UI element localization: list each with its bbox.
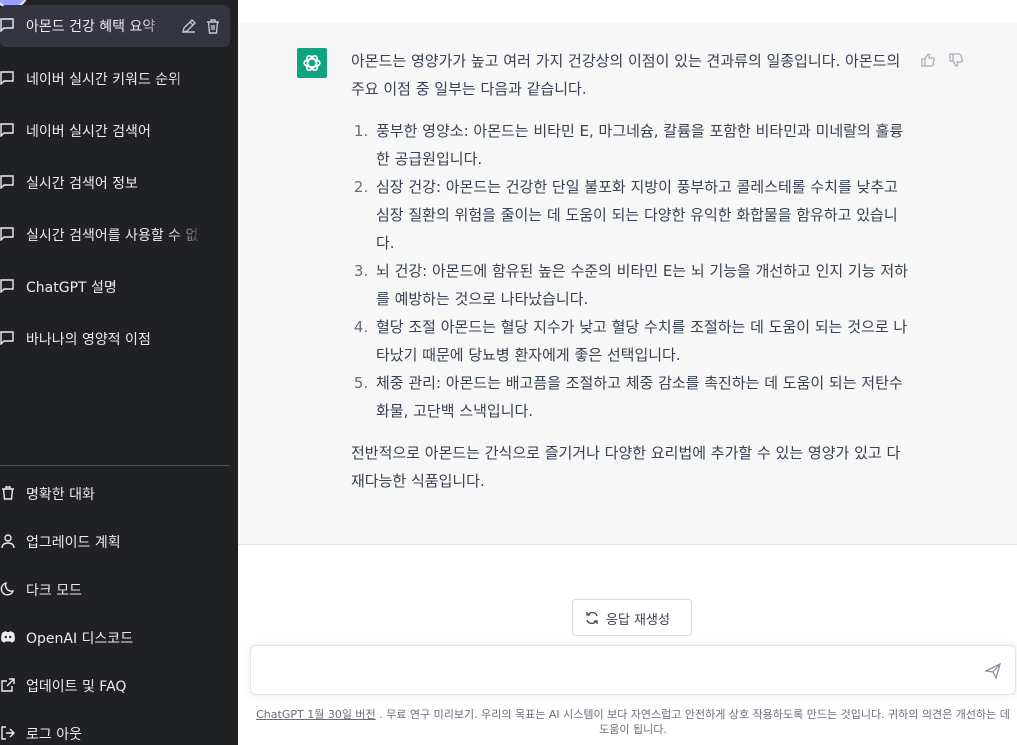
- trash-icon: [0, 485, 16, 501]
- menu-label: 명확한 대화: [26, 487, 95, 503]
- logout-icon: [0, 725, 16, 741]
- chat-bubble-icon: [0, 175, 14, 189]
- message-input[interactable]: [263, 658, 967, 686]
- dark-mode-button[interactable]: 다크 모드: [0, 569, 230, 609]
- sidebar-item-conversation[interactable]: ChatGPT 설명: [0, 266, 230, 308]
- footer-disclaimer: ChatGPT 1월 30일 버전 . 무료 연구 미리보기. 우리의 목표는 …: [250, 707, 1016, 737]
- main-panel: 아몬드는 영양가가 높고 여러 가지 건강상의 이점이 있는 견과류의 일종입니…: [238, 0, 1017, 745]
- benefits-list: 풍부한 영양소: 아몬드는 비타민 E, 마그네슘, 칼륨을 포함한 비타민과 …: [351, 117, 911, 425]
- external-link-icon: [0, 677, 16, 693]
- chat-bubble-icon: [0, 18, 14, 32]
- sidebar-item-conversation[interactable]: 바나나의 영양적 이점: [0, 318, 230, 360]
- sidebar-divider: [0, 465, 230, 466]
- regenerate-response-button[interactable]: 응답 재생성: [572, 599, 692, 636]
- chatgpt-logo-icon: [297, 48, 327, 78]
- disclaimer-text: . 무료 연구 미리보기. 우리의 목표는 AI 시스템이 보다 자연스럽고 안…: [379, 708, 1010, 736]
- sidebar-item-conversation[interactable]: 아몬드 건강 혜택 요약: [0, 5, 230, 47]
- list-item: 뇌 건강: 아몬드에 함유된 높은 수준의 비타민 E는 뇌 기능을 개선하고 …: [373, 257, 911, 313]
- menu-label: 업그레이드 계획: [26, 535, 121, 551]
- list-item: 풍부한 영양소: 아몬드는 비타민 E, 마그네슘, 칼륨을 포함한 비타민과 …: [373, 117, 911, 173]
- regenerate-label: 응답 재생성: [606, 613, 670, 628]
- list-item: 체중 관리: 아몬드는 배고픔을 조절하고 체중 감소를 촉진하는 데 도움이 …: [373, 369, 911, 425]
- clear-conversations-button[interactable]: 명확한 대화: [0, 473, 230, 513]
- conversation-label: 실시간 검색어를 사용할 수 없: [26, 228, 199, 244]
- chat-bubble-icon: [0, 123, 14, 137]
- edit-icon[interactable]: [180, 17, 198, 35]
- sidebar: 아몬드 건강 혜택 요약 네이버 실시간 키워드 순위 네이버 실시간 검색어 …: [0, 0, 238, 745]
- version-link[interactable]: ChatGPT 1월 30일 버전: [256, 708, 376, 721]
- trash-icon[interactable]: [204, 17, 222, 35]
- chat-bubble-icon: [0, 71, 14, 85]
- user-icon: [0, 533, 16, 549]
- conversation-label: ChatGPT 설명: [26, 280, 117, 296]
- sidebar-item-conversation[interactable]: 실시간 검색어를 사용할 수 없: [0, 214, 230, 256]
- menu-label: OpenAI 디스코드: [26, 631, 134, 647]
- sidebar-item-conversation[interactable]: 네이버 실시간 검색어: [0, 110, 230, 152]
- updates-faq-link[interactable]: 업데이트 및 FAQ: [0, 665, 230, 705]
- previous-message-row: [238, 0, 1017, 24]
- conversation-label: 실시간 검색어 정보: [26, 176, 138, 192]
- refresh-icon: [585, 611, 599, 625]
- assistant-message: 아몬드는 영양가가 높고 여러 가지 건강상의 이점이 있는 견과류의 일종입니…: [238, 23, 1017, 545]
- answer-text: 아몬드는 영양가가 높고 여러 가지 건강상의 이점이 있는 견과류의 일종입니…: [351, 47, 911, 495]
- chat-bubble-icon: [0, 279, 14, 293]
- menu-label: 다크 모드: [26, 583, 82, 599]
- discord-icon: [0, 629, 16, 645]
- send-icon[interactable]: [985, 663, 1001, 679]
- thumbs-down-icon[interactable]: [948, 52, 964, 68]
- chat-bubble-icon: [0, 331, 14, 345]
- answer-intro: 아몬드는 영양가가 높고 여러 가지 건강상의 이점이 있는 견과류의 일종입니…: [351, 52, 901, 98]
- answer-outro: 전반적으로 아몬드는 간식으로 즐기거나 다양한 요리법에 추가할 수 있는 영…: [351, 444, 901, 490]
- moon-icon: [0, 581, 16, 597]
- menu-label: 업데이트 및 FAQ: [26, 679, 127, 695]
- chat-bubble-icon: [0, 227, 14, 241]
- discord-link[interactable]: OpenAI 디스코드: [0, 617, 230, 657]
- sidebar-item-conversation[interactable]: 실시간 검색어 정보: [0, 162, 230, 204]
- conversation-label: 네이버 실시간 키워드 순위: [26, 72, 182, 88]
- upgrade-plan-button[interactable]: 업그레이드 계획: [0, 521, 230, 561]
- thumbs-up-icon[interactable]: [920, 52, 936, 68]
- message-input-box: [250, 645, 1016, 695]
- list-item: 심장 건강: 아몬드는 건강한 단일 불포화 지방이 풍부하고 콜레스테롤 수치…: [373, 173, 911, 257]
- conversation-label: 아몬드 건강 혜택 요약: [26, 19, 156, 35]
- menu-label: 로그 아웃: [26, 727, 82, 743]
- list-item: 혈당 조절 아몬드는 혈당 지수가 낮고 혈당 수치를 조절하는 데 도움이 되…: [373, 313, 911, 369]
- conversation-label: 네이버 실시간 검색어: [26, 124, 151, 140]
- logout-button[interactable]: 로그 아웃: [0, 713, 230, 745]
- sidebar-item-conversation[interactable]: 네이버 실시간 키워드 순위: [0, 58, 230, 100]
- conversation-label: 바나나의 영양적 이점: [26, 332, 151, 348]
